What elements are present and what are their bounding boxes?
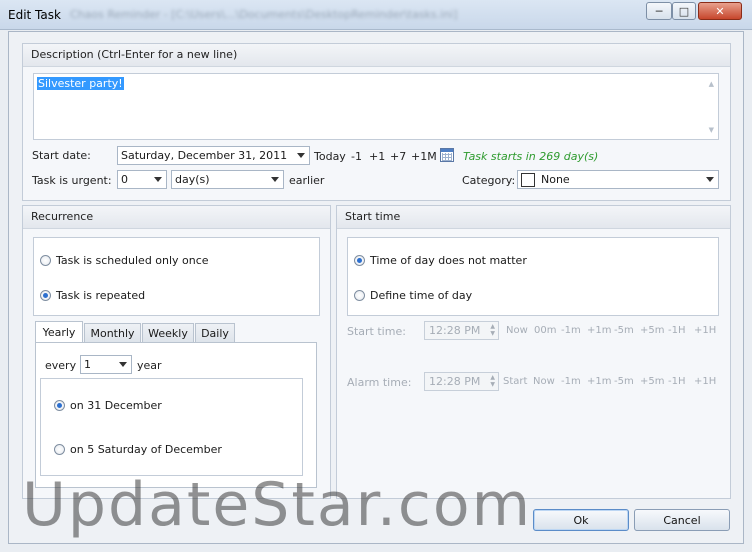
tab-monthly[interactable]: Monthly — [84, 323, 141, 343]
alarm-minus-1m-button[interactable]: -1m — [561, 376, 581, 387]
start-date-label: Start date: — [32, 149, 91, 162]
yearly-options-box: on 31 December on 5 Saturday of December — [40, 378, 303, 476]
define-time-label: Define time of day — [370, 289, 473, 302]
start-date-value: Saturday, December 31, 2011 — [121, 149, 288, 162]
radio-on-icon — [54, 400, 65, 411]
on-date-label: on 31 December — [70, 399, 162, 412]
alarm-start-button[interactable]: Start — [503, 376, 527, 387]
every-count-select[interactable]: 1 — [80, 355, 132, 374]
alarm-now-button[interactable]: Now — [533, 376, 555, 387]
ok-button[interactable]: Ok — [533, 509, 629, 531]
description-text: Silvester party! — [37, 77, 124, 90]
start-minus-5m-button[interactable]: -5m — [614, 325, 634, 336]
chevron-down-icon — [297, 153, 305, 158]
urgent-days-select[interactable]: 0 — [117, 170, 167, 189]
plus-seven-days-button[interactable]: +7 — [390, 150, 406, 163]
chevron-down-icon — [119, 362, 127, 367]
start-time-value: 12:28 PM — [429, 324, 481, 337]
calendar-icon[interactable] — [440, 148, 454, 162]
alarm-plus-5m-button[interactable]: +5m — [640, 376, 664, 387]
tab-weekly[interactable]: Weekly — [142, 323, 194, 343]
radio-off-icon — [40, 255, 51, 266]
radio-off-icon — [354, 290, 365, 301]
define-time-radio[interactable]: Define time of day — [354, 289, 472, 302]
start-plus-1m-button[interactable]: +1m — [587, 325, 611, 336]
radio-on-icon — [354, 255, 365, 266]
tab-daily[interactable]: Daily — [195, 323, 235, 343]
window-path: Chaos Reminder - [C:\Users\...\Documents… — [70, 8, 458, 21]
radio-on-icon — [40, 290, 51, 301]
recurrence-header: Recurrence — [23, 206, 330, 229]
start-status-text: Task starts in 269 day(s) — [463, 150, 599, 163]
watermark: UpdateStar.com — [22, 470, 533, 540]
description-textarea[interactable]: Silvester party! ▲ ▼ — [33, 73, 719, 140]
repeated-radio[interactable]: Task is repeated — [40, 289, 145, 302]
recurrence-tabs: Yearly Monthly Weekly Daily — [35, 321, 317, 343]
yearly-tab-panel: every 1 year on 31 December on 5 Saturda… — [35, 342, 317, 488]
alarm-time-input[interactable]: 12:28 PM ▲ ▼ — [424, 372, 499, 391]
start-time-header: Start time — [337, 206, 730, 229]
plus-one-month-button[interactable]: +1M — [411, 150, 437, 163]
every-unit-label: year — [137, 359, 162, 372]
minus-one-day-button[interactable]: -1 — [351, 150, 362, 163]
start-plus-5m-button[interactable]: +5m — [640, 325, 664, 336]
urgent-days-value: 0 — [121, 173, 128, 186]
alarm-minus-1h-button[interactable]: -1H — [668, 376, 686, 387]
urgent-suffix: earlier — [289, 174, 325, 187]
spin-icon[interactable]: ▲ ▼ — [490, 323, 495, 337]
close-button[interactable]: ✕ — [698, 2, 742, 20]
alarm-plus-1m-button[interactable]: +1m — [587, 376, 611, 387]
maximize-button[interactable]: □ — [672, 2, 696, 20]
chevron-down-icon — [154, 177, 162, 182]
category-color-swatch — [521, 172, 535, 187]
every-label: every — [45, 359, 77, 372]
title-bar: Edit Task Chaos Reminder - [C:\Users\...… — [0, 0, 752, 30]
repeated-label: Task is repeated — [56, 289, 146, 302]
minimize-button[interactable]: ─ — [646, 2, 672, 20]
scheduled-once-radio[interactable]: Task is scheduled only once — [40, 254, 209, 267]
start-time-label: Start time: — [347, 325, 406, 338]
on-weekday-radio[interactable]: on 5 Saturday of December — [54, 443, 222, 456]
start-date-picker[interactable]: Saturday, December 31, 2011 — [117, 146, 310, 165]
start-time-input[interactable]: 12:28 PM ▲ ▼ — [424, 321, 499, 340]
cancel-button[interactable]: Cancel — [634, 509, 730, 531]
on-weekday-label: on 5 Saturday of December — [70, 443, 222, 456]
chevron-down-icon — [271, 177, 279, 182]
plus-one-day-button[interactable]: +1 — [369, 150, 385, 163]
category-value: None — [541, 173, 570, 186]
category-select[interactable]: None — [517, 170, 719, 189]
recurrence-mode-box: Task is scheduled only once Task is repe… — [33, 237, 320, 316]
time-mode-box: Time of day does not matter Define time … — [347, 237, 719, 316]
category-label: Category: — [462, 174, 516, 187]
alarm-time-value: 12:28 PM — [429, 375, 481, 388]
time-not-matter-label: Time of day does not matter — [370, 254, 527, 267]
chevron-down-icon — [706, 177, 714, 182]
alarm-minus-5m-button[interactable]: -5m — [614, 376, 634, 387]
on-date-radio[interactable]: on 31 December — [54, 399, 162, 412]
urgent-unit-value: day(s) — [175, 173, 210, 186]
every-count-value: 1 — [84, 358, 91, 371]
time-not-matter-radio[interactable]: Time of day does not matter — [354, 254, 527, 267]
urgent-unit-select[interactable]: day(s) — [171, 170, 284, 189]
start-00m-button[interactable]: 00m — [534, 325, 556, 336]
scheduled-once-label: Task is scheduled only once — [56, 254, 209, 267]
start-minus-1h-button[interactable]: -1H — [668, 325, 686, 336]
description-header: Description (Ctrl-Enter for a new line) — [23, 44, 730, 67]
window-title: Edit Task — [8, 8, 61, 22]
scroll-up-icon[interactable]: ▲ — [709, 80, 714, 88]
start-now-button[interactable]: Now — [506, 325, 528, 336]
today-button[interactable]: Today — [314, 150, 346, 163]
start-minus-1m-button[interactable]: -1m — [561, 325, 581, 336]
radio-off-icon — [54, 444, 65, 455]
urgent-label: Task is urgent: — [32, 174, 112, 187]
start-plus-1h-button[interactable]: +1H — [694, 325, 716, 336]
alarm-plus-1h-button[interactable]: +1H — [694, 376, 716, 387]
tab-yearly[interactable]: Yearly — [35, 321, 83, 343]
alarm-time-label: Alarm time: — [347, 376, 412, 389]
spin-icon[interactable]: ▲ ▼ — [490, 374, 495, 388]
scroll-down-icon[interactable]: ▼ — [709, 126, 714, 134]
